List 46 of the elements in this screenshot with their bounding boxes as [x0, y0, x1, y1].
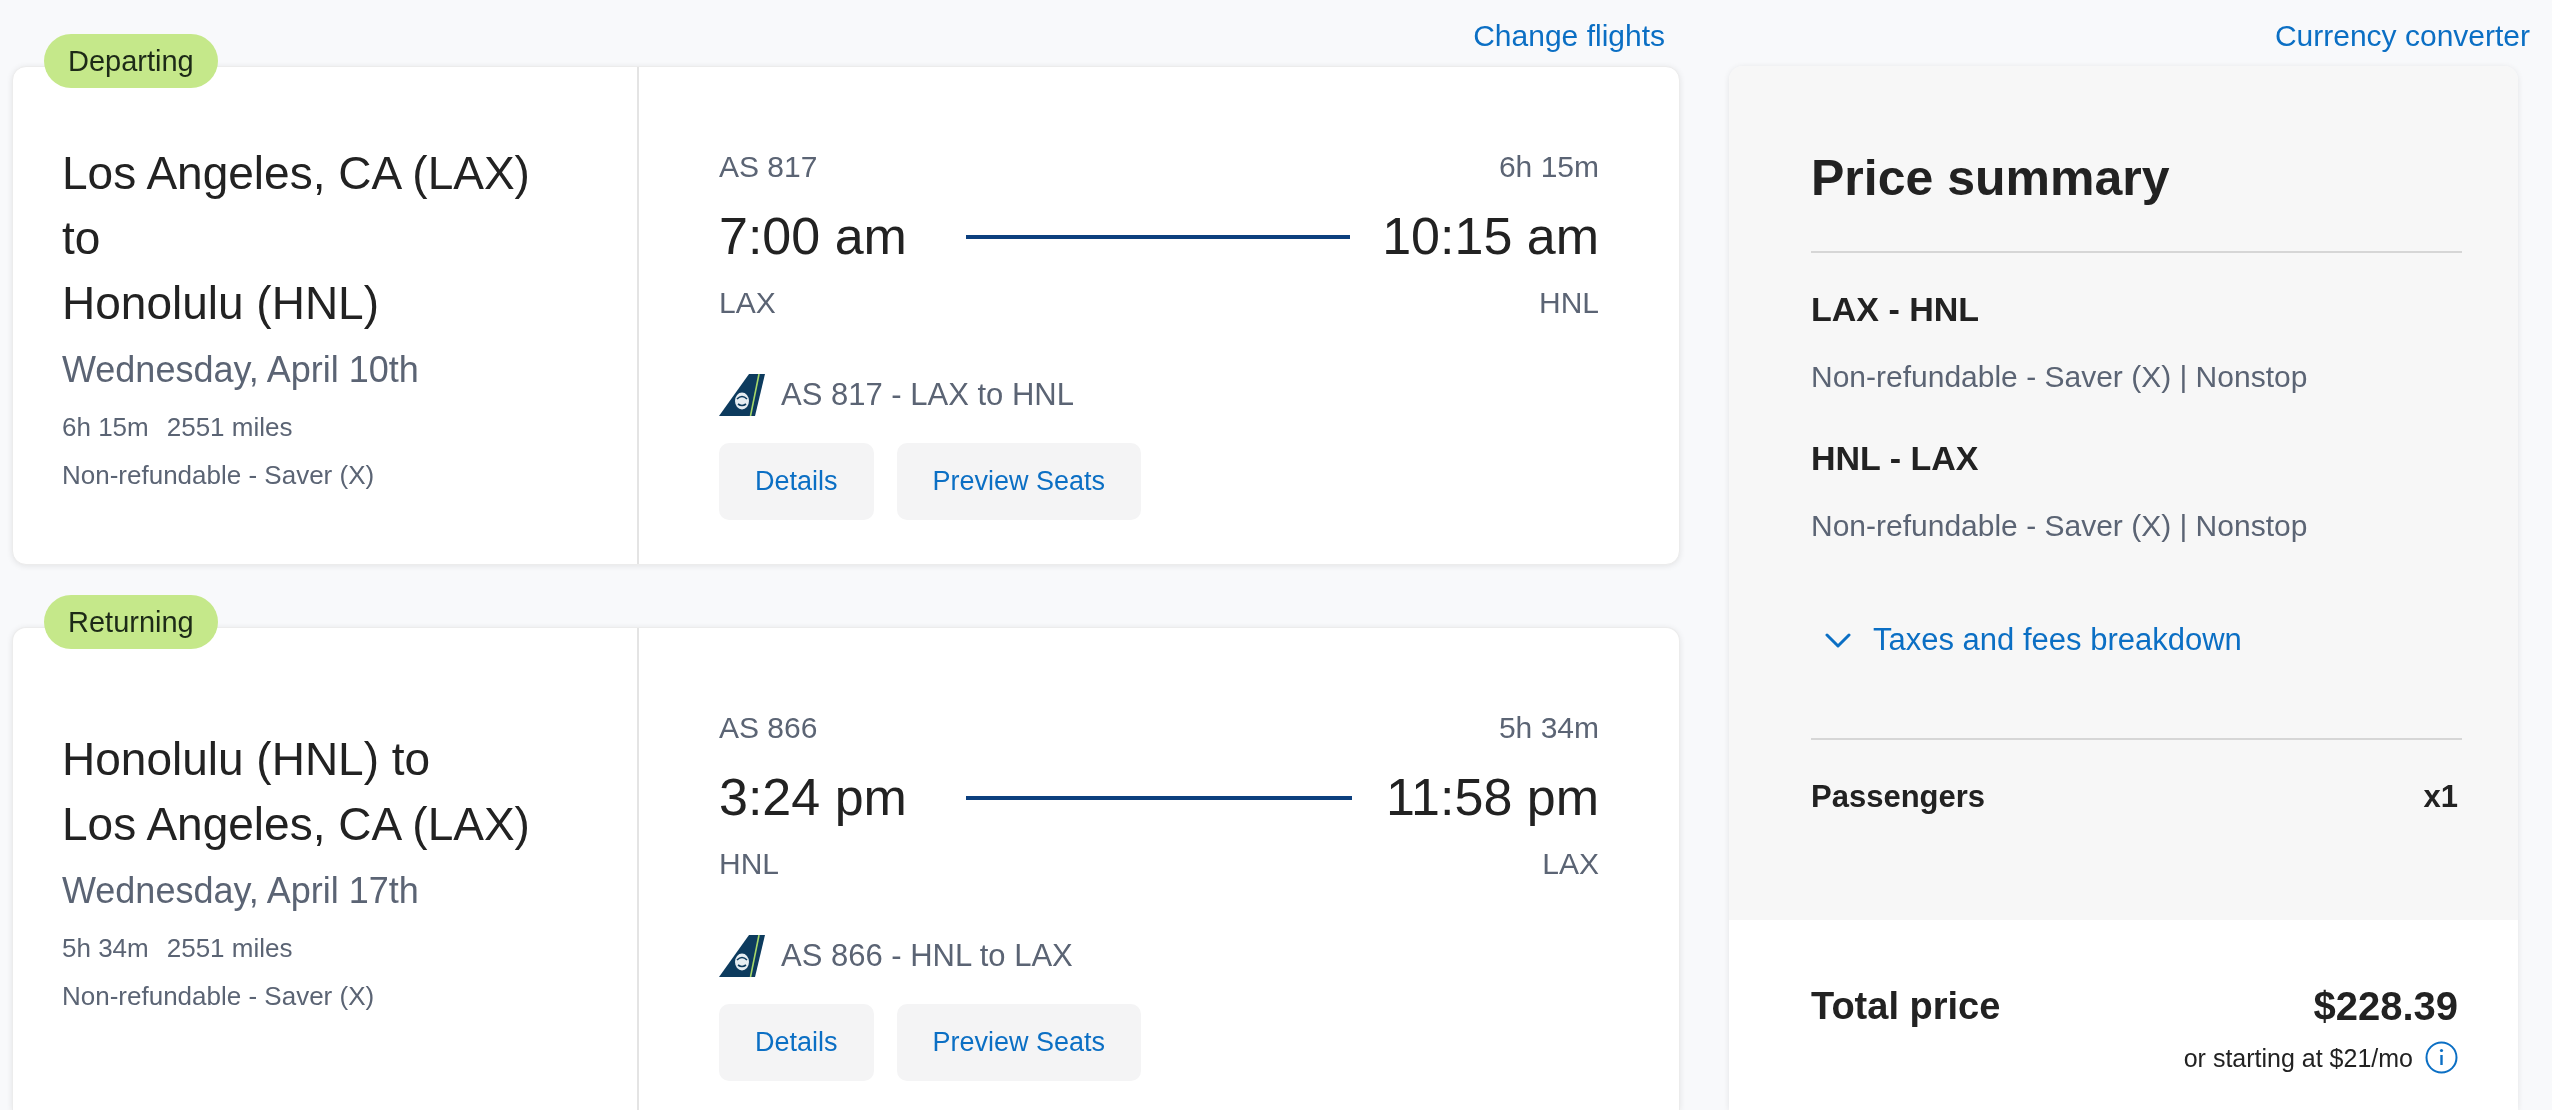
total-price-amount: $228.39	[2313, 983, 2458, 1029]
financing-note: or starting at $21/mo	[2183, 1042, 2413, 1074]
taxes-fees-toggle[interactable]: Taxes and fees breakdown	[1811, 621, 2242, 659]
flight-duration: 5h 34m	[62, 931, 149, 964]
origin-airport-code: HNL	[719, 846, 779, 882]
leg-fare-details: Non-refundable - Saver (X) | Nonstop	[1811, 508, 2309, 544]
travel-date: Wednesday, April 10th	[62, 347, 420, 391]
flight-number: AS 817	[719, 149, 818, 185]
route-title: Los Angeles, CA (LAX) to Honolulu (HNL)	[62, 145, 531, 331]
flight-distance: 2551 miles	[166, 410, 293, 443]
details-button[interactable]: Details	[719, 443, 874, 520]
route-title: Honolulu (HNL) to Los Angeles, CA (LAX)	[62, 731, 531, 852]
flight-duration: 6h 15m	[1498, 149, 1599, 185]
origin-airport-code: LAX	[719, 285, 776, 321]
flight-duration: 6h 15m	[62, 410, 149, 443]
trip-direction-tag: Returning	[44, 595, 218, 649]
info-icon	[2425, 1041, 2458, 1074]
price-summary-title: Price summary	[1811, 149, 2171, 208]
flight-segment-label: AS 817 - LAX to HNL	[781, 376, 1074, 414]
arrival-time: 11:58 pm	[1385, 767, 1599, 828]
trip-direction-tag: Departing	[44, 34, 218, 88]
fare-type: Non-refundable - Saver (X)	[62, 979, 376, 1012]
total-price-label: Total price	[1811, 984, 2001, 1029]
preview-seats-button[interactable]: Preview Seats	[896, 1004, 1142, 1081]
destination-airport-code: HNL	[1539, 285, 1599, 321]
passengers-label: Passengers	[1811, 778, 1986, 816]
currency-converter-link[interactable]: Currency converter	[2274, 18, 2530, 54]
flight-distance: 2551 miles	[166, 931, 293, 964]
change-flights-link[interactable]: Change flights	[1473, 18, 1665, 54]
preview-seats-button[interactable]: Preview Seats	[896, 443, 1142, 520]
flight-segment-label: AS 866 - HNL to LAX	[781, 937, 1073, 975]
details-button[interactable]: Details	[719, 1004, 874, 1081]
destination-airport-code: LAX	[1542, 846, 1599, 882]
leg-fare-details: Non-refundable - Saver (X) | Nonstop	[1811, 359, 2309, 395]
departure-time: 7:00 am	[719, 206, 908, 267]
passenger-count: x1	[2423, 778, 2458, 816]
arrival-time: 10:15 am	[1382, 206, 1599, 267]
flight-number: AS 866	[719, 710, 818, 746]
fare-type: Non-refundable - Saver (X)	[62, 458, 376, 491]
tail-fin-icon	[719, 374, 765, 416]
departure-time: 3:24 pm	[719, 767, 908, 828]
leg-route: LAX - HNL	[1811, 289, 1981, 330]
tail-fin-icon	[719, 935, 765, 977]
flight-duration: 5h 34m	[1498, 710, 1599, 746]
travel-date: Wednesday, April 17th	[62, 868, 420, 912]
leg-route: HNL - LAX	[1811, 438, 1980, 479]
